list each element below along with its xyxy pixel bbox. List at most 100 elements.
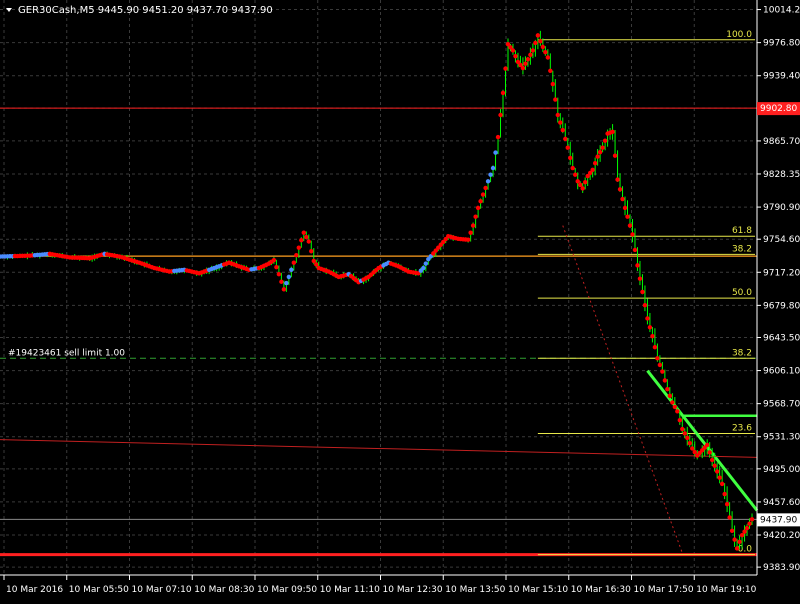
y-tick-label: 9606.10 — [763, 367, 800, 377]
current-price-label: 9437.90 — [760, 515, 797, 525]
indicator-dot — [299, 237, 304, 243]
indicator-dot — [727, 515, 732, 520]
x-tick-label: 10 Mar 16:30 — [571, 585, 631, 595]
indicator-dot — [523, 61, 528, 66]
indicator-dot — [570, 165, 575, 171]
x-tick-label: 10 Mar 12:30 — [383, 585, 443, 595]
indicator-dot — [597, 149, 603, 155]
indicator-dot — [677, 417, 683, 423]
indicator-dot — [540, 44, 546, 50]
indicator-dot — [580, 186, 585, 191]
indicator-dot — [513, 53, 518, 59]
indicator-dot — [747, 521, 752, 526]
indicator-dot — [281, 287, 287, 292]
indicator-dot — [627, 223, 633, 228]
indicator-dot — [309, 249, 314, 254]
indicator-dot — [473, 214, 478, 219]
y-tick-label: 9976.80 — [763, 39, 800, 49]
price-chart[interactable]: 100.061.838.250.038.223.60.0 10014.20997… — [0, 0, 800, 600]
y-tick-label: 9790.90 — [763, 203, 800, 213]
indicator-dot — [423, 261, 429, 266]
indicator-dot — [563, 136, 568, 142]
indicator-dot — [595, 154, 600, 159]
indicator-dot — [675, 409, 680, 414]
indicator-dot — [620, 196, 625, 202]
indicator-dot — [528, 52, 533, 58]
y-tick-label: 9828.35 — [763, 170, 800, 180]
indicator-dot — [682, 431, 687, 436]
indicator-dot — [617, 187, 623, 192]
indicator-dot — [488, 172, 493, 177]
indicator-dot — [642, 302, 648, 308]
indicator-dot — [465, 237, 471, 242]
fib-level-label: 38.2 — [732, 244, 752, 254]
indicator-dot — [724, 502, 730, 507]
indicator-dot — [662, 378, 668, 383]
indicator-dot — [555, 112, 560, 118]
indicator-dot — [672, 404, 678, 410]
y-tick-label: 9939.40 — [763, 72, 800, 82]
x-tick-label: 10 Mar 2016 — [6, 585, 63, 595]
indicator-dot — [553, 97, 558, 102]
indicator-dot — [729, 528, 735, 533]
indicator-dot — [543, 49, 548, 55]
indicator-dot — [680, 426, 685, 432]
indicator-dot — [670, 400, 675, 405]
indicator-dot — [294, 253, 299, 258]
x-tick-label: 10 Mar 05:50 — [69, 585, 129, 595]
indicator-dot — [520, 65, 526, 71]
y-tick-label: 9457.60 — [763, 498, 800, 508]
indicator-dot — [498, 112, 503, 118]
indicator-dot — [478, 199, 483, 204]
chart-canvas[interactable]: 100.061.838.250.038.223.60.0 10014.20997… — [0, 0, 800, 600]
indicator-dot — [640, 289, 645, 295]
indicator-dot — [276, 272, 282, 277]
indicator-dot — [545, 55, 551, 60]
indicator-dot — [568, 155, 573, 161]
indicator-dot — [314, 262, 319, 267]
indicator-dot — [291, 260, 297, 265]
indicator-dot — [615, 177, 620, 182]
indicator-dot — [610, 129, 615, 135]
indicator-dot — [311, 258, 316, 264]
fib-level-label: 61.8 — [732, 226, 752, 236]
y-tick-label: 9531.30 — [763, 433, 800, 443]
indicator-dot — [690, 446, 695, 451]
indicator-dot — [582, 180, 588, 185]
indicator-dot — [734, 546, 740, 551]
fib-level-label: 100.0 — [726, 30, 752, 40]
indicator-dot — [717, 475, 722, 480]
indicator-dot — [468, 230, 473, 235]
indicator-dot — [722, 491, 727, 497]
indicator-dot — [548, 68, 553, 73]
indicator-dot — [530, 48, 536, 53]
indicator-dot — [565, 145, 570, 150]
indicator-dot — [301, 230, 306, 235]
indicator-dot — [538, 38, 543, 44]
indicator-dot — [578, 182, 583, 188]
indicator-dot — [665, 387, 670, 392]
indicator-dot — [493, 150, 498, 155]
indicator-dot — [732, 537, 737, 542]
indicator-dot — [650, 333, 655, 339]
indicator-dot — [704, 442, 710, 448]
indicator-dot — [510, 48, 516, 53]
indicator-dot — [421, 265, 426, 271]
indicator-dot — [749, 517, 755, 522]
indicator-dot — [274, 264, 279, 270]
indicator-dot — [602, 138, 608, 143]
red-line-price-marker: 9902.80 — [757, 102, 800, 116]
indicator-dot — [637, 276, 643, 281]
y-tick-label: 9495.00 — [763, 465, 800, 475]
indicator-dot — [483, 185, 488, 191]
fib-level-label: 23.6 — [732, 423, 752, 433]
indicator-dot — [279, 279, 284, 284]
indicator-dot — [645, 316, 650, 321]
x-tick-label: 10 Mar 08:30 — [194, 585, 254, 595]
indicator-dot — [692, 449, 697, 455]
indicator-dot — [284, 280, 289, 286]
indicator-dot — [625, 214, 630, 219]
x-tick-label: 10 Mar 17:50 — [634, 585, 694, 595]
x-tick-label: 10 Mar 11:10 — [320, 585, 380, 595]
indicator-dot — [550, 81, 556, 87]
